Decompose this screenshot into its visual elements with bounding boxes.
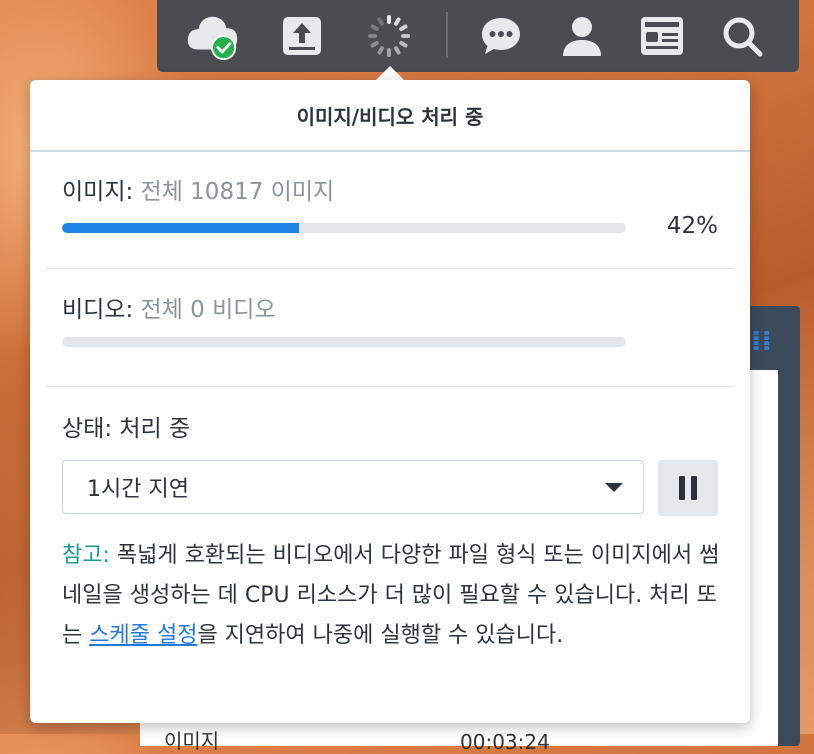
videos-progress-bar (62, 337, 626, 347)
widgets-icon[interactable] (634, 8, 690, 64)
taskbar (157, 0, 799, 72)
cloud-sync-ok-icon[interactable] (185, 8, 241, 64)
background-window-icon: ⁞⁞ (750, 324, 772, 357)
search-icon[interactable] (714, 8, 770, 64)
images-progress-fill (62, 223, 299, 233)
divider (46, 268, 734, 269)
user-icon[interactable] (554, 8, 610, 64)
images-progress-percent: 42% (666, 213, 718, 239)
note-label: 참고: (62, 543, 110, 568)
status-text: 상태: 처리 중 (62, 416, 191, 442)
chevron-down-icon (605, 483, 623, 492)
chat-icon[interactable] (473, 8, 529, 64)
images-label: 이미지: (62, 179, 134, 205)
images-label-row: 이미지: 전체 10817 이미지 (62, 172, 334, 206)
schedule-settings-link[interactable]: 스케줄 설정 (89, 623, 197, 648)
processing-popup: 이미지/비디오 처리 중 이미지: 전체 10817 이미지 42% 비디오: … (30, 80, 750, 723)
popup-pointer (376, 66, 404, 80)
note-text: 참고: 폭넓게 호환되는 비디오에서 다양한 파일 형식 또는 이미지에서 썸네… (62, 536, 722, 656)
videos-detail: 전체 0 비디오 (140, 297, 276, 323)
divider (46, 386, 734, 387)
images-detail: 전체 10817 이미지 (140, 179, 335, 205)
delay-select[interactable]: 1시간 지연 (62, 460, 644, 514)
loading-spinner-icon[interactable] (361, 8, 417, 64)
pause-icon (679, 476, 685, 500)
pause-button[interactable] (658, 460, 718, 516)
background-row-label: 이미지 (164, 729, 220, 753)
videos-label: 비디오: (62, 297, 134, 323)
delay-select-value: 1시간 지연 (87, 477, 189, 502)
note-body-end: 을 지연하여 나중에 실행할 수 있습니다. (197, 623, 564, 648)
upload-icon[interactable] (274, 8, 330, 64)
pause-icon (691, 476, 697, 500)
images-progress-bar (62, 223, 626, 233)
popup-title: 이미지/비디오 처리 중 (30, 80, 750, 152)
taskbar-separator (446, 12, 448, 58)
videos-label-row: 비디오: 전체 0 비디오 (62, 290, 276, 324)
